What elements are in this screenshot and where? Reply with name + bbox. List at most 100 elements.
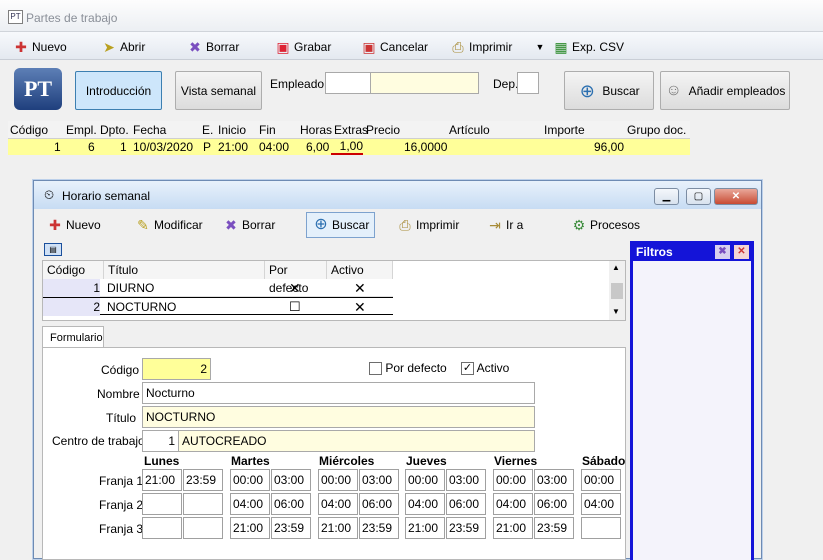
table-row[interactable]: 1 6 1 10/03/2020 P 21:00 04:00 6,00 1,00… — [8, 139, 690, 155]
cell-fin: 04:00 — [259, 140, 290, 154]
nombre-label: Nombre — [97, 387, 140, 401]
activo-checkbox[interactable]: ✓ Activo — [461, 361, 509, 376]
time-field[interactable]: 00:00 — [405, 469, 445, 491]
toolbar-cancel-button[interactable]: ▣ Cancelar — [360, 36, 428, 58]
grid-col-codigo: Código — [43, 261, 104, 279]
edit-icon: ✎ — [137, 217, 149, 233]
time-field[interactable] — [183, 517, 223, 539]
empleado-code-input[interactable] — [325, 72, 371, 94]
time-field[interactable]: 03:00 — [359, 469, 399, 491]
time-field[interactable]: 03:00 — [446, 469, 486, 491]
time-field[interactable] — [142, 517, 182, 539]
time-field[interactable]: 23:59 — [446, 517, 486, 539]
day-viernes: Viernes — [494, 454, 538, 468]
time-field[interactable]: 00:00 — [581, 469, 621, 491]
toolbar-delete-button[interactable]: ✖ Borrar — [186, 36, 239, 58]
time-field[interactable]: 23:59 — [534, 517, 574, 539]
list-item[interactable]: 1 DIURNO ✕ ✕ — [43, 279, 393, 297]
vista-semanal-button[interactable]: Vista semanal — [175, 71, 262, 110]
time-field[interactable]: 03:00 — [271, 469, 311, 491]
child-delete-button[interactable]: ✖ Borrar — [222, 214, 275, 236]
anadir-empleados-button[interactable]: ☺ Añadir empleados — [660, 71, 790, 110]
child-title: Horario semanal — [62, 189, 151, 203]
list-item-selected[interactable]: 2 NOCTURNO ☐ ✕ — [43, 297, 393, 316]
codigo-input[interactable]: 2 — [142, 358, 211, 380]
time-field[interactable]: 06:00 — [446, 493, 486, 515]
por-defecto-checkbox[interactable]: Por defecto — [369, 361, 447, 376]
time-field[interactable]: 21:00 — [230, 517, 270, 539]
print-icon: ⎙ — [452, 39, 464, 55]
grid-scrollbar[interactable]: ▲ ▼ — [609, 261, 625, 320]
child-search-button[interactable]: ⊕ Buscar — [306, 212, 376, 238]
toolbar-open-button[interactable]: ➤ Abrir — [100, 36, 145, 58]
time-field[interactable]: 04:00 — [581, 493, 621, 515]
maximize-button[interactable]: ▢ — [686, 188, 711, 205]
col-articulo: Artículo — [449, 123, 490, 137]
titulo-input[interactable]: NOCTURNO — [142, 406, 535, 428]
toolbar-print-button[interactable]: ⎙ Imprimir — [449, 36, 512, 58]
time-field[interactable]: 21:00 — [142, 469, 182, 491]
child-edit-button[interactable]: ✎ Modificar — [134, 214, 203, 236]
filtros-panel: Filtros ✖ ✕ — [630, 241, 754, 560]
clear-filter-icon[interactable]: ✖ — [715, 245, 730, 259]
parts-grid-header: Código Empl. Dpto. Fecha E. Inicio Fin H… — [8, 121, 690, 139]
time-field[interactable]: 00:00 — [318, 469, 358, 491]
introduccion-button[interactable]: Introducción — [75, 71, 162, 110]
time-field[interactable]: 00:00 — [493, 469, 533, 491]
scroll-down-icon[interactable]: ▼ — [612, 307, 620, 316]
empleado-name-field — [370, 72, 479, 94]
scroll-thumb[interactable] — [611, 283, 623, 299]
close-button[interactable]: ✕ — [714, 188, 758, 205]
time-field[interactable]: 23:59 — [359, 517, 399, 539]
grid-col-titulo: Título — [104, 261, 265, 279]
horarios-grid: Código Título Por defecto Activo 1 DIURN… — [42, 260, 626, 321]
day-lunes: Lunes — [144, 454, 180, 468]
time-field[interactable] — [581, 517, 621, 539]
child-toolbar: ✚ Nuevo ✎ Modificar ✖ Borrar ⊕ Buscar ⎙ Impri… — [40, 210, 640, 240]
time-field[interactable]: 04:00 — [230, 493, 270, 515]
toolbar-dropdown-arrow[interactable]: ▼ — [531, 36, 549, 58]
time-field[interactable]: 21:00 — [318, 517, 358, 539]
buscar-button[interactable]: ⊕ Buscar — [564, 71, 654, 110]
time-field[interactable]: 03:00 — [534, 469, 574, 491]
toolbar-new-button[interactable]: ✚ Nuevo — [12, 36, 67, 58]
close-filter-icon[interactable]: ✕ — [734, 245, 749, 259]
delete-icon: ✖ — [189, 39, 201, 55]
time-field[interactable] — [142, 493, 182, 515]
search-icon: ⊕ — [579, 80, 595, 101]
time-field[interactable]: 04:00 — [405, 493, 445, 515]
goto-icon: ⇥ — [489, 217, 501, 233]
nombre-input[interactable]: Nocturno — [142, 382, 535, 404]
child-processes-button[interactable]: ⚙ Procesos — [570, 214, 640, 236]
time-field[interactable]: 06:00 — [271, 493, 311, 515]
time-field[interactable]: 23:59 — [183, 469, 223, 491]
time-field[interactable]: 21:00 — [405, 517, 445, 539]
time-field[interactable]: 23:59 — [271, 517, 311, 539]
time-field[interactable]: 04:00 — [493, 493, 533, 515]
time-field[interactable]: 21:00 — [493, 517, 533, 539]
time-field[interactable]: 06:00 — [534, 493, 574, 515]
time-field[interactable] — [183, 493, 223, 515]
col-codigo: Código — [10, 123, 49, 137]
child-print-button[interactable]: ⎙ Imprimir — [396, 214, 459, 236]
day-sabado: Sábado — [582, 454, 626, 468]
clock-icon: ⏲ — [44, 187, 55, 202]
centro-code-input[interactable]: 1 — [142, 430, 179, 452]
tab-formulario[interactable]: Formulario — [42, 326, 104, 348]
time-field[interactable]: 06:00 — [359, 493, 399, 515]
grid-layout-icon[interactable]: ▤ — [44, 243, 62, 256]
horario-semanal-window: ⏲ Horario semanal ▁ ▢ ✕ ✚ Nuevo ✎ Modifica… — [33, 180, 762, 560]
child-goto-button[interactable]: ⇥ Ir a — [486, 214, 523, 236]
cell-extras-input[interactable]: 1,00 — [331, 139, 363, 155]
child-new-button[interactable]: ✚ Nuevo — [46, 214, 101, 236]
cell-dpto: 1 — [120, 140, 127, 154]
time-field[interactable]: 00:00 — [230, 469, 270, 491]
toolbar-save-button[interactable]: ▣ Grabar — [274, 36, 331, 58]
minimize-button[interactable]: ▁ — [654, 188, 679, 205]
time-field[interactable]: 04:00 — [318, 493, 358, 515]
toolbar-export-csv-button[interactable]: ▦ Exp. CSV — [552, 36, 624, 58]
titulo-label: Título — [106, 411, 137, 425]
dep-input[interactable] — [517, 72, 539, 94]
scroll-up-icon[interactable]: ▲ — [612, 263, 620, 272]
cancel-icon: ▣ — [362, 39, 376, 55]
